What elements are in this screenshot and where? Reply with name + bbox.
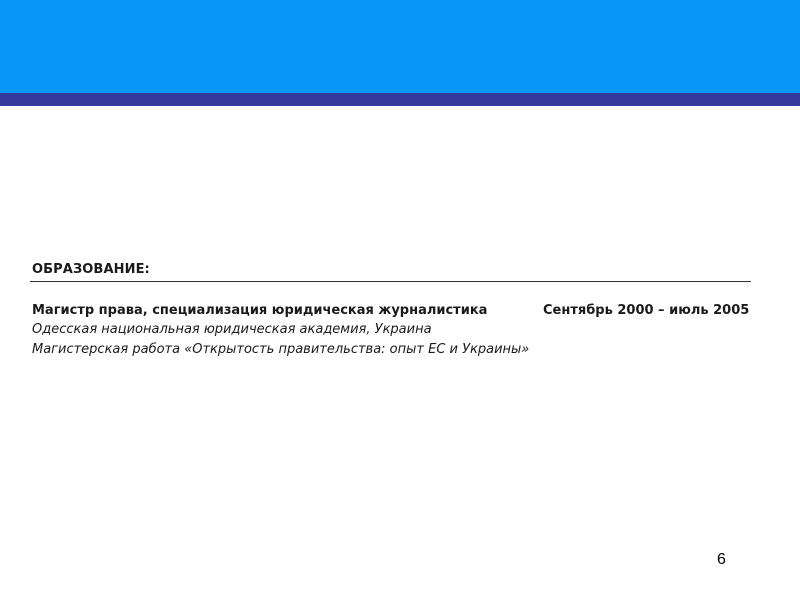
slide: ОБРАЗОВАНИЕ: Магистр права, специализаци… bbox=[0, 0, 800, 600]
thesis-title: Магистерская работа «Открытость правител… bbox=[32, 342, 530, 357]
institution-name: Одесская национальная юридическая академ… bbox=[32, 322, 432, 337]
section-divider bbox=[30, 281, 751, 282]
section-title: ОБРАЗОВАНИЕ: bbox=[32, 262, 150, 277]
page-number: 6 bbox=[717, 551, 726, 568]
degree-line: Магистр права, специализация юридическая… bbox=[32, 303, 749, 321]
study-period: Сентябрь 2000 – июль 2005 bbox=[543, 303, 750, 318]
degree-title: Магистр права, специализация юридическая… bbox=[32, 303, 488, 318]
header-band bbox=[0, 0, 800, 93]
header-stripe bbox=[0, 93, 800, 106]
